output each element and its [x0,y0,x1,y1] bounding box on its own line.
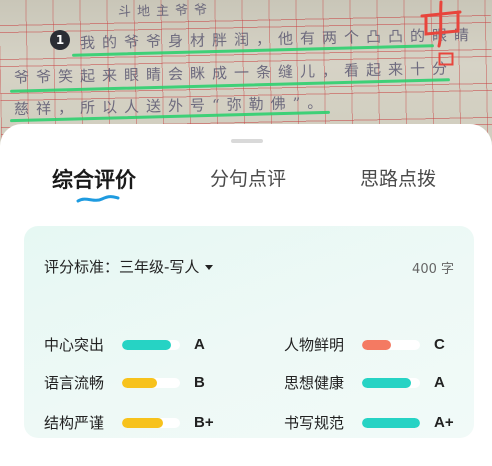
word-count: 400 字 [412,262,454,277]
score-grade: A+ [434,414,454,431]
score-bar [362,377,420,388]
score-item: 结构严谨 B+ [44,412,214,433]
score-bar-fill [122,417,163,428]
teacher-correction-mark [420,0,462,48]
review-tabs: 综合评价 分句点评 思路点拨 [0,164,492,204]
score-item: 书写规范 A+ [284,412,454,433]
score-bar-fill [122,377,157,388]
score-grade: C [434,336,445,353]
tab-overall-review[interactable]: 综合评价 [52,164,136,194]
tab-idea-guidance[interactable]: 思路点拨 [360,164,436,191]
score-item-label: 中心突出 [44,336,105,354]
score-bar-fill [362,377,412,388]
sentence-marker-badge[interactable]: 1 [50,30,70,50]
tab-sentence-review[interactable]: 分句点评 [210,164,286,191]
essay-title: 斗地主爷爷 [117,3,214,20]
score-grade: B [194,374,205,391]
score-item: 语言流畅 B [44,372,205,393]
grading-standard-dropdown[interactable]: 评分标准：三年级-写人 [44,256,214,277]
score-grade: A [434,374,445,391]
score-item-label: 思想健康 [284,374,345,392]
score-bar [122,339,180,350]
score-card: 评分标准：三年级-写人 400 字 中心突出 A 人物鲜明 C 语言流畅 B 思… [24,226,474,438]
score-grade: B+ [194,414,214,431]
caret-down-icon [205,265,214,270]
grading-standard-label: 评分标准：三年级-写人 [44,258,200,276]
score-bar [122,417,180,428]
review-bottom-sheet: 综合评价 分句点评 思路点拨 评分标准：三年级-写人 400 字 中心突出 A … [0,124,492,466]
score-item-label: 结构严谨 [44,414,105,432]
teacher-correction-box [438,52,454,66]
score-item: 思想健康 A [284,372,445,393]
score-bar-fill [362,417,420,428]
score-item-label: 人物鲜明 [284,336,345,354]
sheet-drag-handle[interactable] [231,139,263,143]
score-item: 中心突出 A [44,334,205,355]
score-item-label: 书写规范 [284,414,345,432]
score-grade: A [194,336,205,353]
score-item-label: 语言流畅 [44,374,105,392]
score-bar [122,377,180,388]
score-bar-fill [362,339,391,350]
score-item: 人物鲜明 C [284,334,445,355]
score-bar-fill [122,339,172,350]
score-bar [362,339,420,350]
active-tab-indicator [76,195,120,203]
score-bar [362,417,420,428]
